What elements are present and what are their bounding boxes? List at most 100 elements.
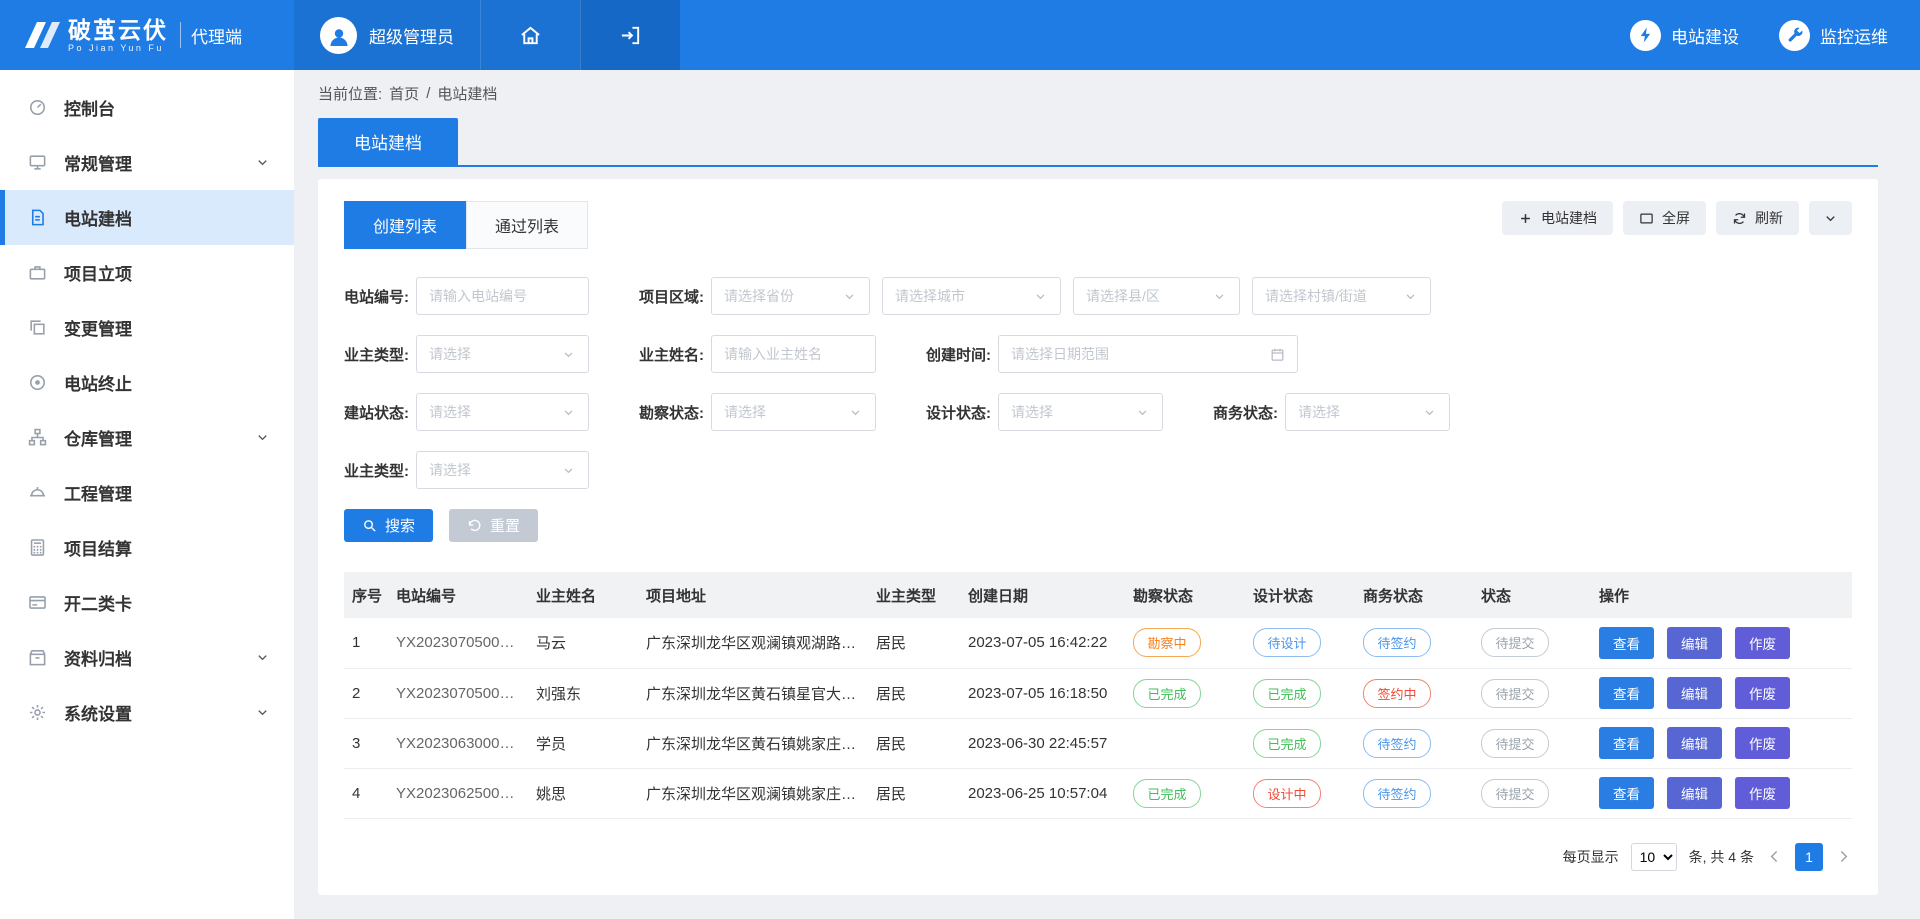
cell-actions: 查看编辑作废 <box>1591 718 1852 768</box>
owner-type2-select[interactable]: 请选择 <box>416 451 589 489</box>
page-button-1[interactable]: 1 <box>1795 843 1823 871</box>
search-icon <box>362 518 377 533</box>
status-badge: 待签约 <box>1363 779 1431 808</box>
sidebar-item-project-settlement[interactable]: 项目结算 <box>0 520 294 575</box>
void-button[interactable]: 作废 <box>1735 677 1790 709</box>
view-button[interactable]: 查看 <box>1599 677 1654 709</box>
view-button[interactable]: 查看 <box>1599 777 1654 809</box>
home-button[interactable] <box>480 0 580 70</box>
filter-group: 建站状态:请选择 <box>344 393 589 431</box>
sidebar-item-station-termination[interactable]: 电站终止 <box>0 355 294 410</box>
county-select[interactable]: 请选择县/区 <box>1073 277 1240 315</box>
nav-station-construction[interactable]: 电站建设 <box>1630 20 1739 51</box>
dashboard-icon <box>28 98 47 117</box>
sidebar-item-engineering-management[interactable]: 工程管理 <box>0 465 294 520</box>
cell-design-status: 已完成 <box>1245 668 1355 718</box>
create-time-range[interactable]: 请选择日期范围 <box>998 335 1298 373</box>
owner-type-select[interactable]: 请选择 <box>416 335 589 373</box>
view-button[interactable]: 查看 <box>1599 727 1654 759</box>
app-root: 破茧云伏 Po Jian Yun Fu 代理端 超级管理员 电站建设监控运维 控… <box>0 0 1920 919</box>
status-badge: 设计中 <box>1253 779 1321 808</box>
user-menu[interactable]: 超级管理员 <box>294 0 480 70</box>
cell-owner-name: 姚思 <box>528 768 638 818</box>
filter-group: 请选择城市 <box>882 277 1061 315</box>
nav-monitoring-ops[interactable]: 监控运维 <box>1779 20 1888 51</box>
sidebar-item-type2-card[interactable]: 开二类卡 <box>0 575 294 630</box>
column-header-10: 操作 <box>1591 572 1852 618</box>
sidebar-item-change-management[interactable]: 变更管理 <box>0 300 294 355</box>
cell-address: 广东深圳龙华区观澜镇观湖路… <box>638 618 868 668</box>
edit-button[interactable]: 编辑 <box>1667 727 1722 759</box>
sidebar-item-general-management[interactable]: 常规管理 <box>0 135 294 190</box>
nav-label: 监控运维 <box>1820 23 1888 48</box>
calculator-icon <box>28 538 47 557</box>
view-button[interactable]: 查看 <box>1599 627 1654 659</box>
design-status-select[interactable]: 请选择 <box>998 393 1163 431</box>
document-icon <box>28 208 47 227</box>
fullscreen-button[interactable]: 全屏 <box>1623 201 1706 235</box>
cell-design-status: 待设计 <box>1245 618 1355 668</box>
edit-button[interactable]: 编辑 <box>1667 627 1722 659</box>
sidebar-item-label: 常规管理 <box>64 150 132 175</box>
column-header-4: 业主类型 <box>868 572 960 618</box>
next-page-button[interactable] <box>1835 848 1852 865</box>
cell-owner-name: 马云 <box>528 618 638 668</box>
cell-survey-status <box>1125 718 1245 768</box>
logout-button[interactable] <box>580 0 680 70</box>
owner-name-input[interactable] <box>711 335 876 373</box>
per-page-select[interactable]: 10 <box>1631 843 1677 871</box>
monitor-icon <box>28 153 47 172</box>
tab-create-list[interactable]: 创建列表 <box>344 201 466 249</box>
user-name: 超级管理员 <box>369 23 454 48</box>
collapse-button[interactable] <box>1809 201 1852 235</box>
status-badge: 待提交 <box>1481 628 1549 657</box>
reset-button[interactable]: 重置 <box>449 509 538 542</box>
app-title: 破茧云伏 <box>68 17 168 43</box>
village-select[interactable]: 请选择村镇/街道 <box>1252 277 1431 315</box>
status-badge: 待提交 <box>1481 779 1549 808</box>
void-button[interactable]: 作废 <box>1735 777 1790 809</box>
sidebar-item-label: 项目立项 <box>64 260 132 285</box>
province-select[interactable]: 请选择省份 <box>711 277 870 315</box>
filter-group: 勘察状态:请选择 <box>639 393 876 431</box>
wrench-icon <box>1779 20 1810 51</box>
prev-page-button[interactable] <box>1766 848 1783 865</box>
void-button[interactable]: 作废 <box>1735 627 1790 659</box>
sidebar-item-system-settings[interactable]: 系统设置 <box>0 685 294 740</box>
logo-icon <box>18 17 62 53</box>
cell-status: 待提交 <box>1473 618 1591 668</box>
survey-status-select[interactable]: 请选择 <box>711 393 876 431</box>
breadcrumb: 当前位置: 首页 / 电站建档 <box>294 70 1920 116</box>
sidebar-item-label: 开二类卡 <box>64 590 132 615</box>
refresh-button[interactable]: 刷新 <box>1716 201 1799 235</box>
page-tab[interactable]: 电站建档 <box>318 118 458 165</box>
sidebar-item-label: 仓库管理 <box>64 425 132 450</box>
sidebar-item-project-initiation[interactable]: 项目立项 <box>0 245 294 300</box>
city-select[interactable]: 请选择城市 <box>882 277 1061 315</box>
build-status-select[interactable]: 请选择 <box>416 393 589 431</box>
filter-group: 设计状态:请选择 <box>926 393 1163 431</box>
cell-business-status: 待签约 <box>1355 618 1473 668</box>
edit-button[interactable]: 编辑 <box>1667 677 1722 709</box>
cell-address: 广东深圳龙华区黄石镇星官大… <box>638 668 868 718</box>
sidebar-item-warehouse-management[interactable]: 仓库管理 <box>0 410 294 465</box>
sidebar-item-console[interactable]: 控制台 <box>0 80 294 135</box>
add-station-button[interactable]: 电站建档 <box>1502 201 1613 235</box>
sidebar-item-data-archive[interactable]: 资料归档 <box>0 630 294 685</box>
card-icon <box>28 593 47 612</box>
tab-passed-list[interactable]: 通过列表 <box>466 201 588 249</box>
station-code-input[interactable] <box>416 277 589 315</box>
search-button[interactable]: 搜索 <box>344 509 433 542</box>
business-status-select[interactable]: 请选择 <box>1285 393 1450 431</box>
status-badge: 已完成 <box>1133 679 1201 708</box>
breadcrumb-home[interactable]: 首页 <box>389 83 419 104</box>
table-row: 3YX2023063000009学员广东深圳龙华区黄石镇姚家庄…居民2023-0… <box>344 718 1852 768</box>
breadcrumb-current: 电站建档 <box>437 83 497 104</box>
filter-row: 建站状态:请选择勘察状态:请选择设计状态:请选择商务状态:请选择 <box>344 393 1852 431</box>
cell-status: 待提交 <box>1473 718 1591 768</box>
cell-created: 2023-07-05 16:42:22 <box>960 618 1125 668</box>
filter-label: 业主姓名: <box>639 344 704 365</box>
sidebar-item-station-filing[interactable]: 电站建档 <box>0 190 294 245</box>
edit-button[interactable]: 编辑 <box>1667 777 1722 809</box>
void-button[interactable]: 作废 <box>1735 727 1790 759</box>
